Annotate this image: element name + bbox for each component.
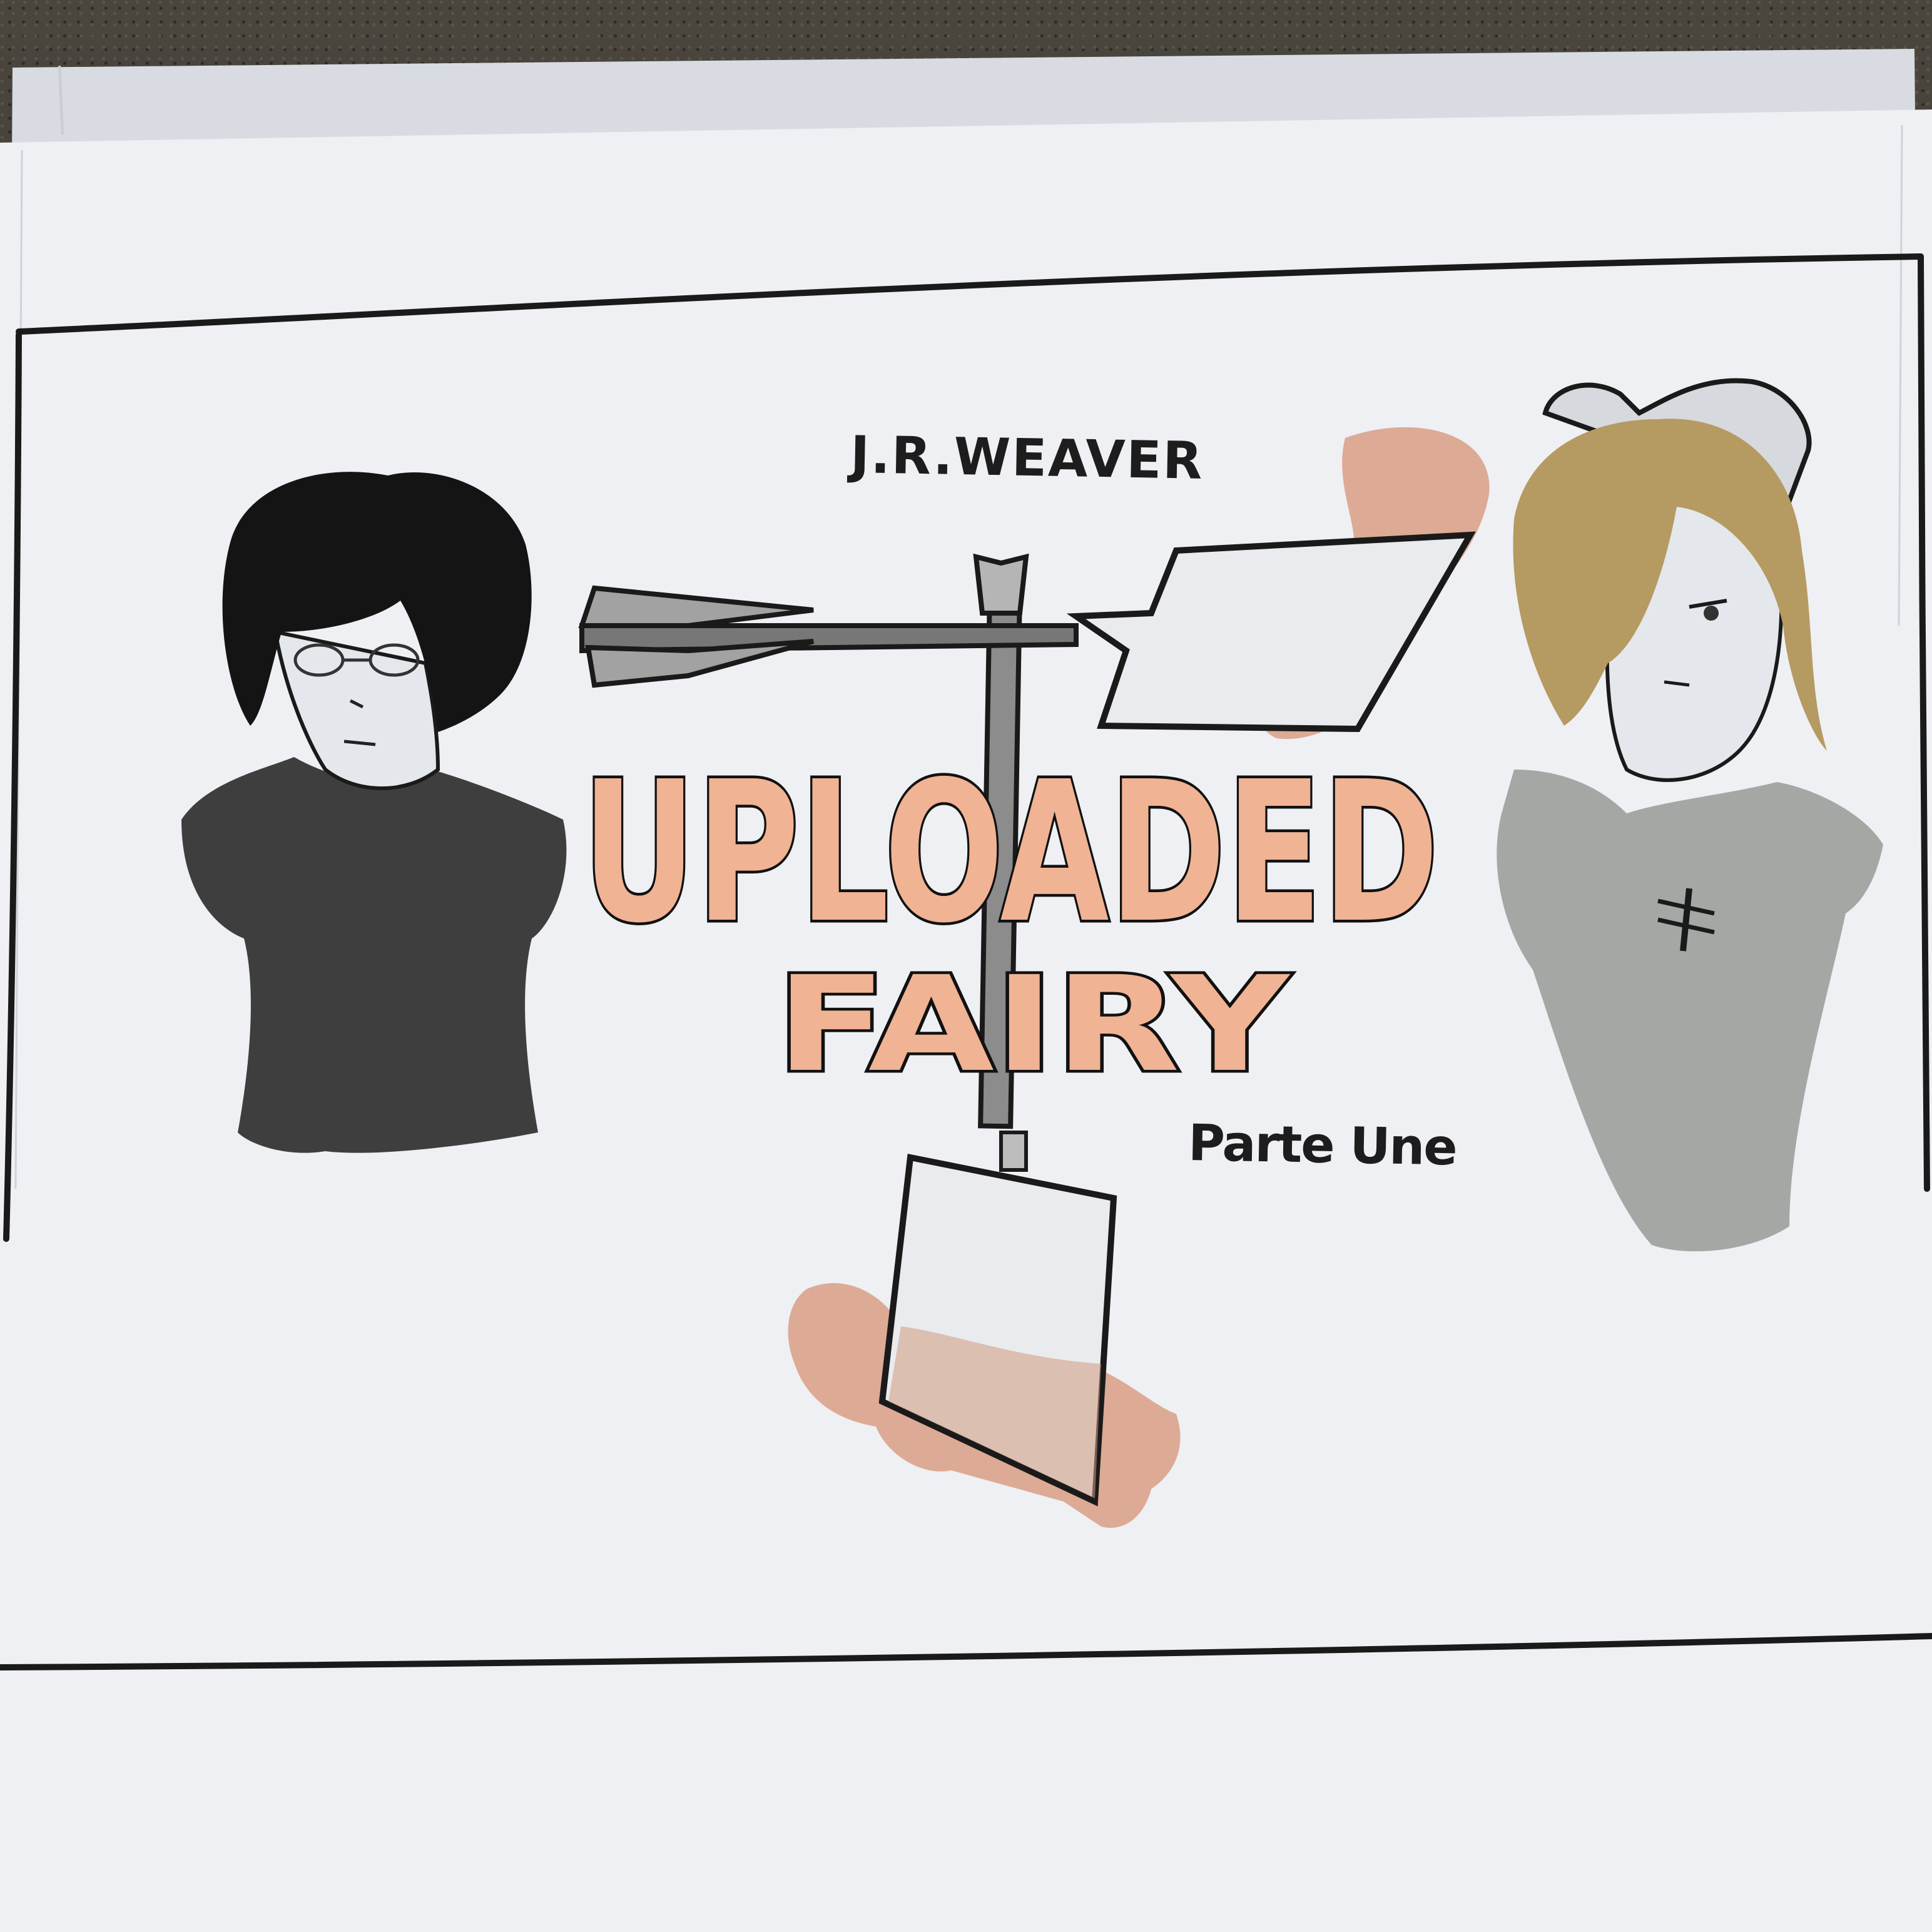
photo-scene: J.R.WEAVER UPLOADED FAIRY Parte Une: [0, 0, 1932, 1932]
book-subtitle: Parte Une: [1187, 1114, 1457, 1177]
book-title-line-2: FAIRY: [776, 948, 1291, 1101]
title-lettering: UPLOADED FAIRY: [579, 738, 1442, 1104]
book-title-line-1: UPLOADED: [582, 740, 1439, 966]
